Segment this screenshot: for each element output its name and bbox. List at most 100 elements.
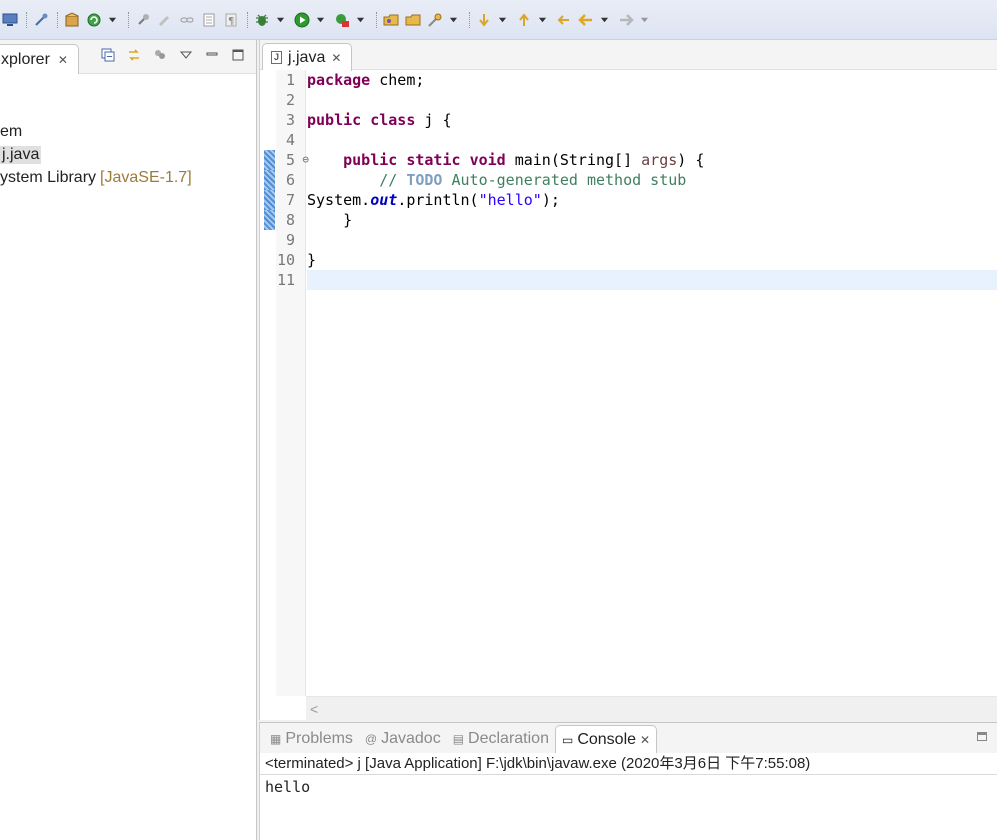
line-number: 2	[285, 91, 295, 109]
chevron-down-icon[interactable]	[598, 10, 610, 30]
forward-icon[interactable]	[616, 10, 636, 30]
close-icon[interactable]: ✕	[331, 51, 341, 65]
chevron-down-icon[interactable]	[447, 10, 459, 30]
prev-annotation-icon[interactable]	[514, 10, 534, 30]
line-number: 7	[285, 191, 295, 209]
search-icon[interactable]	[425, 10, 445, 30]
maximize-icon[interactable]	[230, 47, 246, 63]
scroll-left-icon[interactable]: <	[310, 701, 318, 717]
run-icon[interactable]	[292, 10, 312, 30]
keyword: void	[469, 151, 506, 169]
code-line: public static void main(String[] args) {	[307, 150, 997, 170]
tree-item-label: em	[0, 122, 23, 140]
project-tree: em j.java ystem Library [JavaSE-1.7]	[0, 120, 192, 189]
code-text-run: );	[541, 191, 560, 209]
maximize-icon[interactable]	[977, 732, 987, 741]
console-panel: ▦ Problems @ Javadoc ▤ Declaration ▭ Con…	[259, 722, 997, 840]
link-with-editor-icon[interactable]	[126, 47, 142, 63]
package-explorer-panel: xplorer ✕ em j.java ystem Library [JavaS…	[0, 40, 257, 840]
comment: //	[379, 171, 407, 189]
comment: Auto-generated method stub	[442, 171, 687, 189]
keyword: package	[307, 71, 371, 89]
code-line: // TODO Auto-generated method stub	[307, 170, 997, 190]
toolbar-separator	[376, 11, 377, 28]
desktop-icon[interactable]	[0, 10, 20, 30]
link-icon[interactable]	[177, 10, 197, 30]
toolbar-separator	[26, 11, 27, 28]
main-toolbar: ¶	[0, 0, 997, 40]
open-folder-icon[interactable]	[403, 10, 423, 30]
editor-tab-label: j.java	[288, 48, 326, 66]
declaration-icon: ▤	[452, 732, 465, 746]
svg-text:¶: ¶	[228, 16, 234, 27]
code-editor: J j.java ✕ 1 2 3 4 5 ⊖ 6 7 8 9 10 11 pack…	[259, 40, 997, 720]
keyword: public	[343, 151, 398, 169]
code-text-run: chem;	[370, 71, 425, 89]
code-text-run: j {	[415, 111, 452, 129]
chevron-down-icon[interactable]	[314, 10, 326, 30]
line-number: 5	[285, 151, 295, 169]
marker-bar	[260, 70, 276, 696]
console-output[interactable]: hello	[260, 775, 997, 796]
external-tools-icon[interactable]	[332, 10, 352, 30]
tab-package-explorer[interactable]: xplorer ✕	[0, 44, 79, 74]
change-marker	[264, 170, 275, 190]
tab-j-java[interactable]: J j.java ✕	[262, 43, 353, 71]
line-number: 4	[285, 131, 295, 149]
paragraph-icon[interactable]: ¶	[221, 10, 241, 30]
close-icon[interactable]: ✕	[640, 733, 650, 747]
close-icon[interactable]: ✕	[58, 53, 68, 67]
tab-problems[interactable]: ▦ Problems	[264, 725, 359, 753]
last-edit-icon[interactable]	[554, 10, 574, 30]
tab-label: Console	[577, 730, 637, 748]
tree-item-decoration: [JavaSE-1.7]	[100, 168, 192, 186]
new-package-icon[interactable]	[62, 10, 82, 30]
todo-tag: TODO	[406, 171, 443, 189]
code-line: }	[307, 251, 317, 269]
next-annotation-icon[interactable]	[474, 10, 494, 30]
chevron-down-icon[interactable]	[496, 10, 508, 30]
explorer-tab-label: xplorer	[1, 50, 50, 68]
collapse-all-icon[interactable]	[100, 47, 116, 63]
horizontal-scrollbar[interactable]: <	[306, 696, 997, 720]
code-text-run: .println(	[397, 191, 479, 209]
minimize-icon[interactable]	[204, 47, 220, 63]
pin-icon[interactable]	[133, 10, 153, 30]
chevron-down-icon[interactable]	[354, 10, 366, 30]
line-number-foldable: 5 ⊖	[276, 150, 309, 170]
debug-icon[interactable]	[252, 10, 272, 30]
tab-declaration[interactable]: ▤ Declaration	[447, 725, 555, 753]
line-number: 1	[285, 71, 295, 89]
line-number: 3	[285, 111, 295, 129]
page-icon[interactable]	[199, 10, 219, 30]
refresh-icon[interactable]	[84, 10, 104, 30]
tab-javadoc[interactable]: @ Javadoc	[359, 725, 447, 753]
view-menu-icon[interactable]	[178, 47, 194, 63]
chevron-down-icon[interactable]	[536, 10, 548, 30]
back-icon[interactable]	[576, 10, 596, 30]
toolbar-separator	[57, 11, 58, 28]
code-area[interactable]: 1 2 3 4 5 ⊖ 6 7 8 9 10 11 package chem; p…	[260, 70, 997, 696]
code-text[interactable]: package chem; public class j { public st…	[307, 70, 997, 290]
chevron-down-icon[interactable]	[274, 10, 286, 30]
java-file-icon: J	[271, 51, 282, 64]
code-line: public class j {	[307, 110, 997, 130]
code-line: System.out.println("hello");	[307, 190, 997, 210]
brush-icon[interactable]	[155, 10, 175, 30]
keyword: static	[406, 151, 461, 169]
tree-item-package[interactable]: em	[0, 120, 192, 143]
tab-label: Declaration	[468, 730, 549, 747]
focus-icon[interactable]	[152, 47, 168, 63]
chevron-down-icon[interactable]	[638, 10, 650, 30]
console-icon: ▭	[561, 732, 574, 747]
tree-item-file[interactable]: j.java	[0, 143, 192, 166]
string-literal: "hello"	[478, 191, 542, 209]
tab-console[interactable]: ▭ Console ✕	[554, 725, 658, 753]
open-type-icon[interactable]	[381, 10, 401, 30]
debug-pin-icon[interactable]	[31, 10, 51, 30]
code-text-run: main(String[]	[505, 151, 642, 169]
chevron-down-icon[interactable]	[106, 10, 118, 30]
tree-item-library[interactable]: ystem Library [JavaSE-1.7]	[0, 166, 192, 189]
